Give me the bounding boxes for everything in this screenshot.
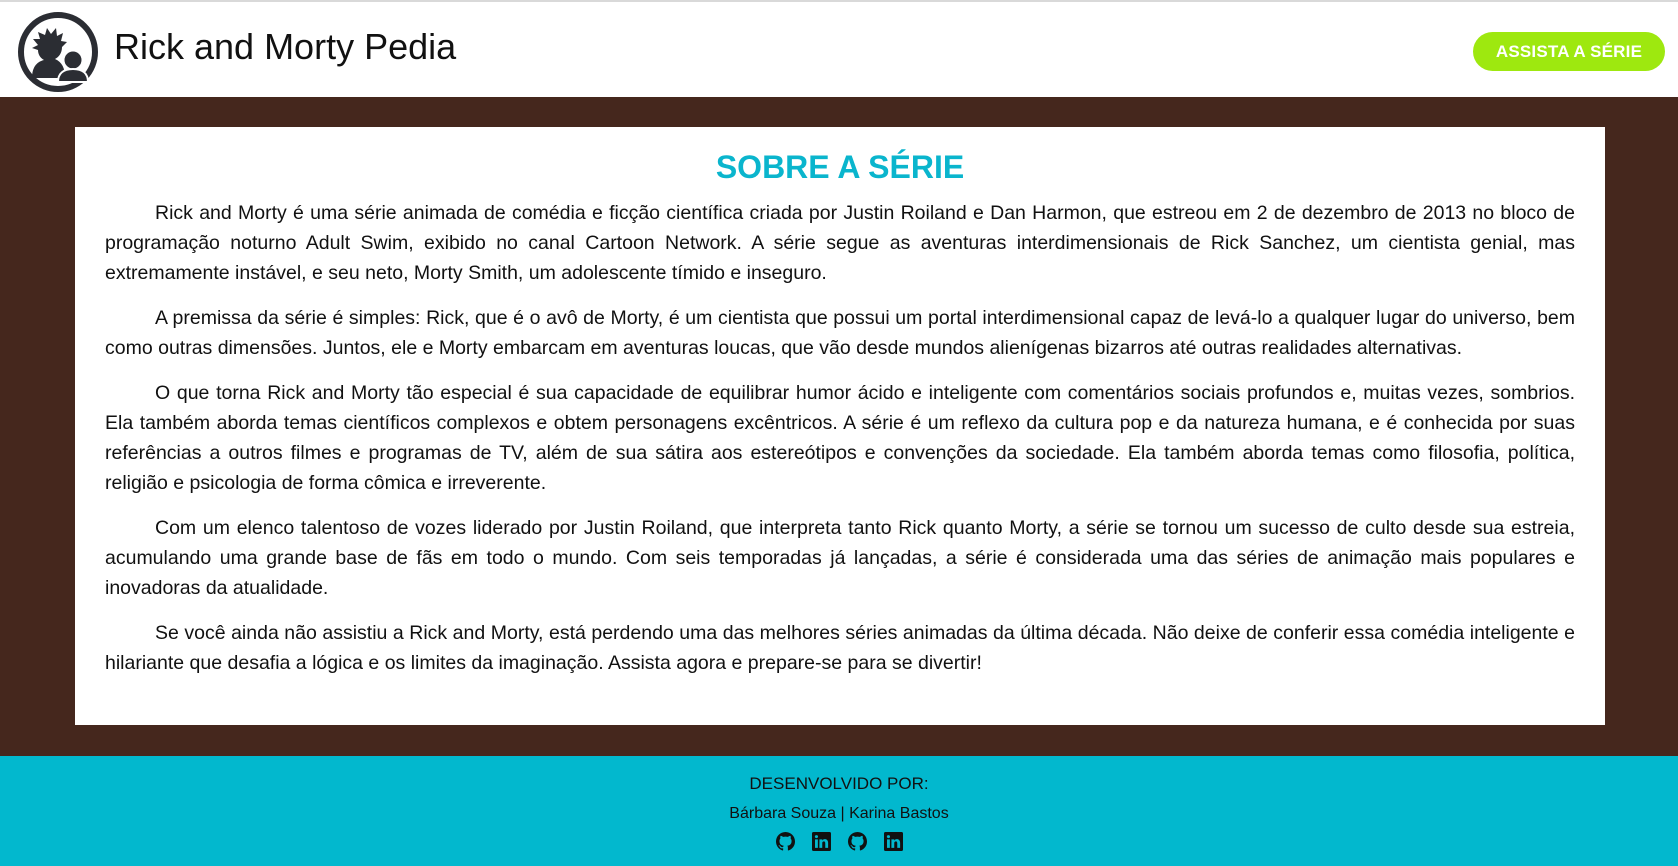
linkedin-icon[interactable] xyxy=(883,832,903,851)
watch-series-button[interactable]: ASSISTA A SÉRIE xyxy=(1473,32,1665,71)
footer-heading: DESENVOLVIDO POR: xyxy=(749,774,929,793)
github-icon[interactable] xyxy=(847,832,867,851)
about-card: SOBRE A SÉRIE Rick and Morty é uma série… xyxy=(75,127,1605,725)
about-paragraph: O que torna Rick and Morty tão especial … xyxy=(105,382,1575,494)
about-paragraph: Rick and Morty é uma série animada de co… xyxy=(105,202,1575,284)
site-title: Rick and Morty Pedia xyxy=(114,26,457,67)
github-icon[interactable] xyxy=(775,832,795,851)
site-header: Rick and Morty Pedia ASSISTA A SÉRIE xyxy=(0,2,1678,97)
about-paragraph: Se você ainda não assistiu a Rick and Mo… xyxy=(105,622,1575,674)
main-content: SOBRE A SÉRIE Rick and Morty é uma série… xyxy=(0,97,1678,756)
rick-and-morty-silhouette-icon[interactable] xyxy=(18,12,98,92)
footer-credits: Bárbara Souza | Karina Bastos xyxy=(729,805,949,822)
about-paragraph: Com um elenco talentoso de vozes liderad… xyxy=(105,517,1575,599)
site-footer: DESENVOLVIDO POR: Bárbara Souza | Karina… xyxy=(0,756,1678,866)
section-title: SOBRE A SÉRIE xyxy=(715,149,965,185)
page: Rick and Morty Pedia ASSISTA A SÉRIE SOB… xyxy=(0,0,1678,866)
footer-social-links xyxy=(0,832,1678,851)
linkedin-icon[interactable] xyxy=(811,832,831,851)
about-paragraph: A premissa da série é simples: Rick, que… xyxy=(105,307,1575,359)
